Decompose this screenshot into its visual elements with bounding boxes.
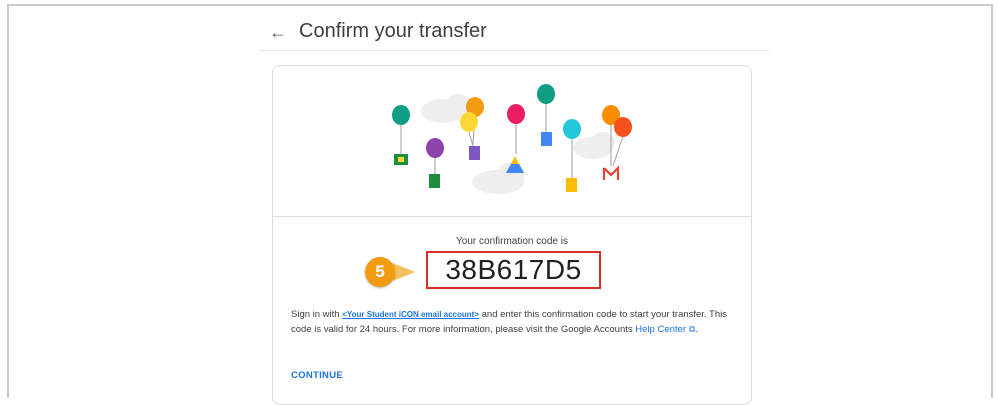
balloon-icon	[537, 84, 555, 104]
balloons-illustration	[273, 66, 751, 217]
continue-button[interactable]: CONTINUE	[291, 370, 343, 381]
page-title: Confirm your transfer	[299, 20, 487, 42]
sheets-icon	[429, 174, 440, 188]
docs-icon-purple	[469, 146, 480, 160]
balloon-icon	[507, 104, 525, 124]
gmail-icon	[602, 165, 620, 180]
balloon-icon	[460, 112, 478, 132]
transfer-card: Your confirmation code is 5 38B617D5 Sig…	[272, 65, 752, 405]
instructions-part3: .	[695, 324, 699, 335]
balloon-icon	[392, 105, 410, 125]
balloons-graphic	[392, 84, 632, 194]
balloon-icon	[426, 138, 444, 158]
instructions-part1: Sign in with	[291, 309, 343, 320]
confirmation-code: 38B617D5	[426, 251, 601, 289]
screenshot-frame: ← Confirm your transfer Your confirmatio…	[7, 4, 993, 405]
instructions-text: Sign in with <Your Student iCON email ac…	[291, 308, 731, 337]
step-badge: 5	[365, 257, 395, 287]
step-pointer-icon	[393, 263, 415, 281]
balloon-icon	[614, 117, 632, 137]
confirmation-label: Your confirmation code is	[456, 236, 568, 247]
docs-icon	[541, 132, 552, 146]
page-header: ← Confirm your transfer	[259, 16, 769, 51]
slides-icon	[566, 178, 577, 192]
arrow-left-icon[interactable]: ←	[269, 22, 287, 43]
balloon-icon	[563, 119, 581, 139]
account-link[interactable]: <Your Student iCON email account>	[342, 310, 479, 319]
help-center-link[interactable]: Help Center	[635, 324, 686, 335]
